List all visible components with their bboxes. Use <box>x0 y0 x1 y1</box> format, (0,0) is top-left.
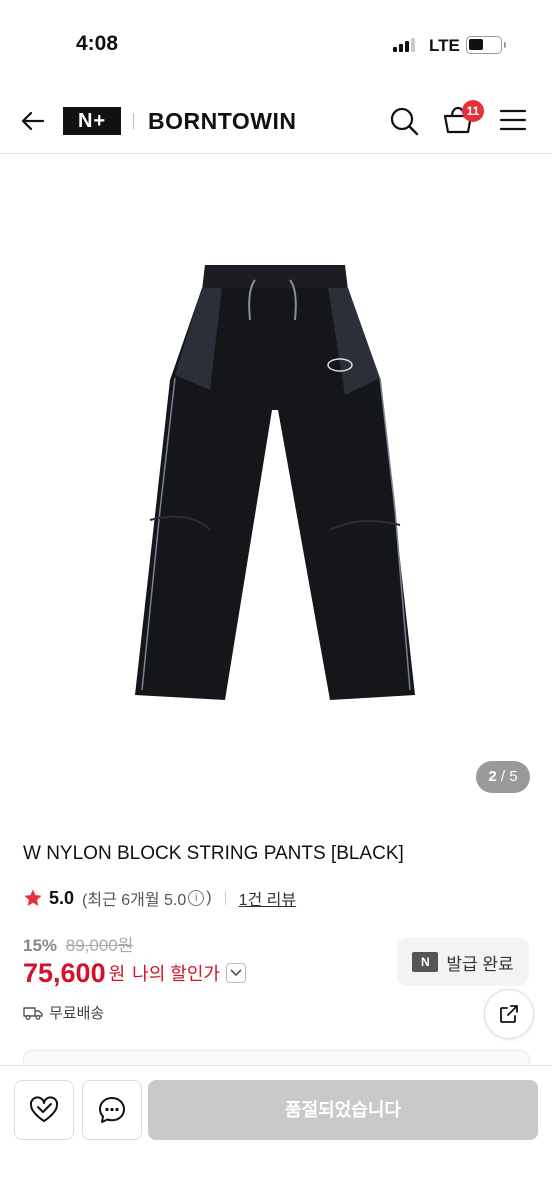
my-discount-label[interactable]: 나의 할인가 <box>132 960 220 986</box>
chat-button[interactable] <box>82 1080 142 1140</box>
reviews-link[interactable]: 1건 리뷰 <box>239 886 297 910</box>
brand-name[interactable]: BORNTOWIN <box>148 108 296 135</box>
chevron-down-icon[interactable] <box>225 963 246 983</box>
signal-icon <box>393 38 419 52</box>
coupon-logo-icon: N <box>412 952 439 972</box>
like-button[interactable] <box>14 1080 74 1140</box>
discount-percent: 15% <box>23 936 58 955</box>
heart-check-icon <box>29 1096 59 1122</box>
rating-recent-prefix: (최근 6개월 5.0 <box>82 892 187 909</box>
coupon-issued-button[interactable]: N 발급 완료 <box>397 938 529 986</box>
hamburger-menu-icon[interactable] <box>499 108 527 132</box>
original-price: 89,000원 <box>65 936 134 955</box>
rating-divider <box>224 891 226 905</box>
network-label: LTE <box>429 36 460 55</box>
truck-icon <box>23 1006 43 1020</box>
chat-bubble-icon <box>99 1097 125 1123</box>
gallery-pager: 2 / 5 <box>476 761 530 793</box>
price-row: 75,600 원 나의 할인가 <box>23 955 246 991</box>
coupon-label: 발급 완료 <box>446 954 514 974</box>
battery-icon <box>466 36 506 54</box>
cart-count-badge: 11 <box>462 100 484 122</box>
product-photo <box>135 265 415 700</box>
logo-divider <box>133 113 134 129</box>
top-header: N+ BORNTOWIN 11 <box>0 88 552 154</box>
bottom-action-bar: 품절되었습니다 <box>0 1065 552 1200</box>
rating-row: 5.0 (최근 6개월 5.0 i ) 1건 리뷰 <box>23 886 296 910</box>
product-image-gallery[interactable] <box>0 155 552 810</box>
pager-current: 2 <box>488 768 497 785</box>
rating-score: 5.0 <box>49 887 75 908</box>
sale-price: 75,600 <box>23 957 106 988</box>
pager-total: / 5 <box>500 768 518 785</box>
share-button[interactable] <box>484 989 534 1039</box>
product-title: W NYLON BLOCK STRING PANTS [BLACK] <box>23 843 404 864</box>
back-arrow-icon[interactable] <box>18 106 48 136</box>
rating-recent-suffix: ) <box>206 889 212 906</box>
brand-logo-mark[interactable]: N+ <box>63 107 121 135</box>
status-bar: 4:08 LTE <box>0 0 552 88</box>
shipping-row: 무료배송 <box>23 1002 104 1023</box>
price-unit: 원 <box>108 964 126 984</box>
share-icon <box>500 1005 518 1023</box>
soldout-button[interactable]: 품절되었습니다 <box>148 1080 538 1140</box>
status-time: 4:08 <box>76 32 119 55</box>
shipping-label: 무료배송 <box>49 1005 105 1022</box>
search-icon[interactable] <box>388 105 420 137</box>
discount-row: 15% 89,000원 <box>23 931 133 956</box>
info-icon[interactable]: i <box>188 890 205 906</box>
star-icon <box>24 889 42 906</box>
